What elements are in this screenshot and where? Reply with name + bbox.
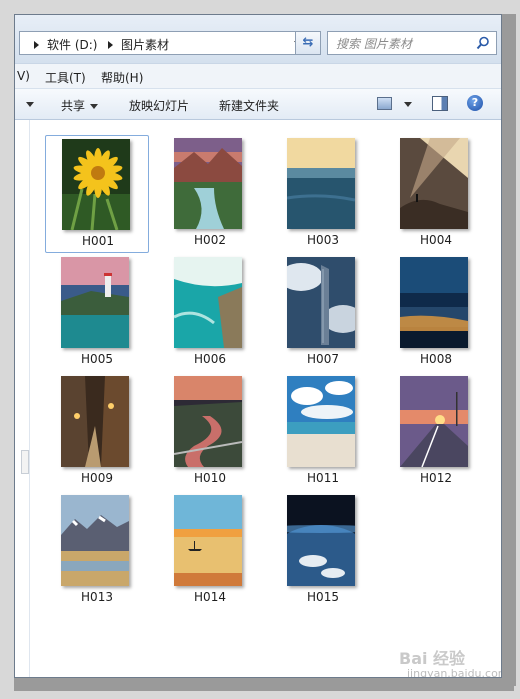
file-item[interactable]: H011 [271, 373, 375, 491]
address-bar[interactable]: 软件 (D:) 图片素材 [19, 31, 307, 55]
file-name-label: H003 [307, 233, 339, 247]
window-shadow-bottom [14, 676, 514, 691]
search-input[interactable] [328, 32, 478, 56]
file-name-label: H004 [420, 233, 452, 247]
slideshow-button[interactable]: 放映幻灯片 [129, 97, 189, 114]
lighthouse-thumbnail-icon [61, 257, 129, 348]
file-item[interactable]: H001 [45, 135, 149, 253]
search-icon[interactable] [476, 36, 490, 50]
help-icon[interactable]: ? [467, 95, 483, 111]
turquoise-sea-thumbnail-icon [174, 257, 242, 348]
menu-tools[interactable]: 工具(T) [45, 69, 86, 86]
share-button[interactable]: 共享 [61, 97, 99, 114]
pane-resize-handle[interactable] [21, 450, 29, 474]
organize-dropdown[interactable] [21, 97, 34, 111]
file-item[interactable]: H002 [158, 135, 262, 253]
file-item[interactable]: H015 [271, 492, 375, 610]
window-shadow-right [500, 14, 516, 686]
file-name-label: H013 [81, 590, 113, 604]
refresh-icon: ⇆ [302, 35, 314, 50]
file-item[interactable]: H004 [384, 135, 488, 253]
breadcrumb-arrow-icon[interactable] [108, 41, 113, 49]
night-city-thumbnail-icon [400, 257, 468, 348]
watermark-url: jingyan.baidu.com [407, 667, 502, 678]
street-lanterns-thumbnail-icon [61, 376, 129, 467]
breadcrumb-item-folder[interactable]: 图片素材 [121, 36, 169, 53]
file-name-label: H015 [307, 590, 339, 604]
road-sunset-thumbnail-icon [400, 376, 468, 467]
file-name-label: H008 [420, 352, 452, 366]
file-name-label: H010 [194, 471, 226, 485]
file-item[interactable]: H013 [45, 492, 149, 610]
file-name-label: H001 [82, 234, 114, 248]
skyscraper-clouds-thumbnail-icon [287, 257, 355, 348]
file-item[interactable]: H014 [158, 492, 262, 610]
file-name-label: H014 [194, 590, 226, 604]
preview-pane-icon[interactable] [432, 96, 448, 111]
file-name-label: H005 [81, 352, 113, 366]
ocean-horizon-thumbnail-icon [287, 138, 355, 229]
file-item[interactable]: H012 [384, 373, 488, 491]
earth-from-space-thumbnail-icon [287, 495, 355, 586]
file-name-label: H009 [81, 471, 113, 485]
file-item[interactable]: H006 [158, 254, 262, 372]
new-folder-button[interactable]: 新建文件夹 [219, 97, 279, 114]
file-item[interactable]: H003 [271, 135, 375, 253]
file-list-area: H001 H002 H003 H004 H005 H006 H007 H008 … [15, 120, 501, 677]
view-options-dropdown[interactable] [399, 97, 412, 111]
breadcrumb-arrow-icon[interactable] [34, 41, 39, 49]
watermark-logo: Bai 经验 [399, 649, 466, 668]
share-label: 共享 [61, 99, 86, 113]
file-item[interactable]: H009 [45, 373, 149, 491]
address-bar-row: 软件 (D:) 图片素材 ⇆ [15, 15, 501, 63]
file-item[interactable]: H008 [384, 254, 488, 372]
file-name-label: H002 [194, 233, 226, 247]
flower-thumbnail-icon [62, 139, 130, 230]
navigation-pane-edge [15, 120, 30, 677]
command-bar: 共享 放映幻灯片 新建文件夹 ? [15, 89, 501, 120]
canyon-bridge-thumbnail-icon [174, 376, 242, 467]
menu-bar: V) 工具(T) 帮助(H) [15, 63, 501, 89]
breadcrumb-item-drive[interactable]: 软件 (D:) [47, 36, 97, 53]
cliff-sunrays-thumbnail-icon [400, 138, 468, 229]
refresh-button[interactable]: ⇆ [295, 31, 321, 55]
chevron-down-icon [90, 104, 99, 109]
mountain-lake-thumbnail-icon [61, 495, 129, 586]
view-options-icon[interactable] [377, 97, 392, 110]
beach-sky-thumbnail-icon [287, 376, 355, 467]
menu-view[interactable]: V) [17, 69, 30, 83]
file-name-label: H011 [307, 471, 339, 485]
file-name-label: H012 [420, 471, 452, 485]
file-item[interactable]: H005 [45, 254, 149, 372]
chevron-down-icon [26, 102, 34, 107]
menu-help[interactable]: 帮助(H) [101, 69, 143, 86]
search-box[interactable] [327, 31, 497, 56]
file-name-label: H007 [307, 352, 339, 366]
file-item[interactable]: H010 [158, 373, 262, 491]
file-item[interactable]: H007 [271, 254, 375, 372]
chevron-down-icon [404, 102, 412, 107]
boat-sunset-thumbnail-icon [174, 495, 242, 586]
explorer-window: 软件 (D:) 图片素材 ⇆ V) 工具(T) 帮助(H) 共享 放映幻灯片 新… [14, 14, 502, 678]
file-name-label: H006 [194, 352, 226, 366]
river-valley-thumbnail-icon [174, 138, 242, 229]
